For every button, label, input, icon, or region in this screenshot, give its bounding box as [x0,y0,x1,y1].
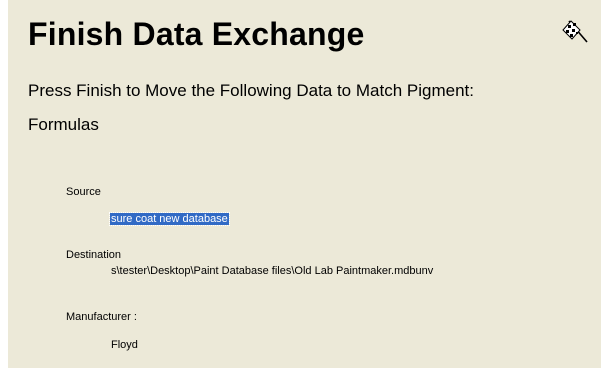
data-type-text: Formulas [28,115,99,134]
instruction-text: Press Finish to Move the Following Data … [28,81,474,100]
page-title: Finish Data Exchange [28,16,365,52]
wizard-page-panel: Finish Data Exchange Press Finish to Mov… [8,0,601,368]
destination-label: Destination [66,249,122,261]
source-label: Source [66,186,101,198]
source-value[interactable]: sure coat new database [109,212,230,226]
checkered-flag-icon [562,20,588,43]
source-value-selection[interactable]: sure coat new database [109,212,230,226]
destination-value: s\tester\Desktop\Paint Database files\Ol… [111,265,434,277]
manufacturer-label: Manufacturer : [66,311,137,323]
manufacturer-value: Floyd [111,339,138,351]
